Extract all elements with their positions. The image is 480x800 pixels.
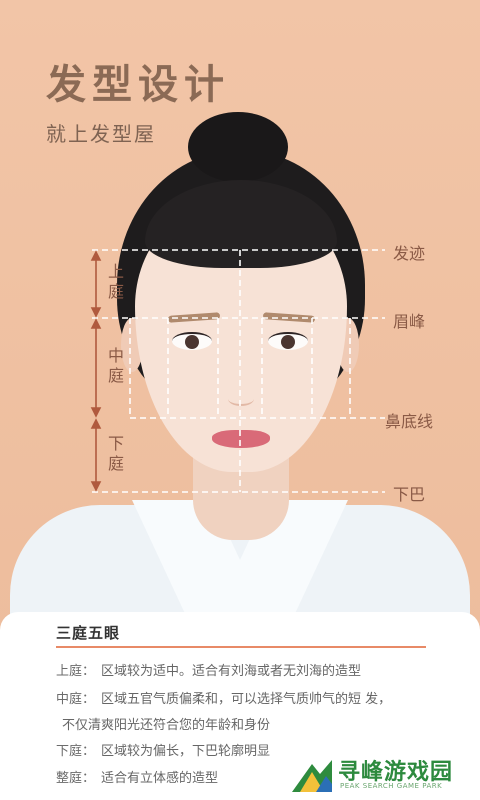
label-middle-zone: 中 庭	[106, 346, 126, 386]
label-lower-zone-char1: 下	[107, 434, 124, 453]
label-upper-zone: 上 庭	[106, 262, 126, 302]
label-upper-zone-char1: 上	[107, 262, 124, 281]
info-row-key: 整庭：	[56, 771, 96, 786]
watermark: 寻峰游戏园 PEAK SEARCH GAME PARK	[290, 752, 480, 798]
arrow-head-middle-top	[90, 318, 102, 329]
arrow-head-middle-bottom	[90, 407, 102, 418]
info-row-text: 适合有立体感的造型	[101, 771, 219, 786]
info-row-whole: 整庭： 适合有立体感的造型	[56, 767, 218, 786]
watermark-subtitle: PEAK SEARCH GAME PARK	[340, 782, 443, 790]
info-row-key: 中庭：	[56, 692, 96, 707]
info-row-text: 区域较为偏长，下巴轮廓明显	[101, 744, 271, 759]
card-title: 三庭五眼	[56, 624, 121, 642]
label-middle-zone-char2: 庭	[107, 366, 124, 385]
info-row-text: 区域五官气质偏柔和，可以选择气质帅气的短 发，	[101, 692, 392, 707]
arrow-head-lower-top	[90, 418, 102, 429]
info-row-middle: 中庭： 区域五官气质偏柔和，可以选择气质帅气的短 发，	[56, 688, 391, 707]
info-row-text: 区域较为适中。适合有刘海或者无刘海的造型	[101, 664, 362, 679]
label-middle-zone-char1: 中	[107, 346, 124, 365]
arrow-head-lower-bottom	[90, 481, 102, 492]
info-row-upper: 上庭： 区域较为适中。适合有刘海或者无刘海的造型	[56, 660, 361, 679]
label-lower-zone: 下 庭	[106, 434, 126, 474]
card-title-underline	[56, 646, 426, 648]
label-lower-zone-char2: 庭	[107, 454, 124, 473]
info-row-lower: 下庭： 区域较为偏长，下巴轮廓明显	[56, 740, 270, 759]
arrow-head-upper-bottom	[90, 307, 102, 318]
info-row-key: 下庭：	[56, 744, 96, 759]
label-upper-zone-char2: 庭	[107, 282, 124, 301]
arrow-head-upper-top	[90, 250, 102, 261]
label-chin: 下巴	[393, 485, 426, 504]
watermark-logo-icon	[292, 760, 332, 792]
label-nose-base: 鼻底线	[385, 412, 434, 431]
label-hairline: 发迹	[393, 244, 426, 263]
label-brow-peak: 眉峰	[393, 312, 426, 331]
info-row-text: 不仅清爽阳光还符合您的年龄和身份	[62, 718, 271, 733]
info-row-middle-continued: 不仅清爽阳光还符合您的年龄和身份	[56, 714, 270, 733]
info-row-key: 上庭：	[56, 664, 96, 679]
